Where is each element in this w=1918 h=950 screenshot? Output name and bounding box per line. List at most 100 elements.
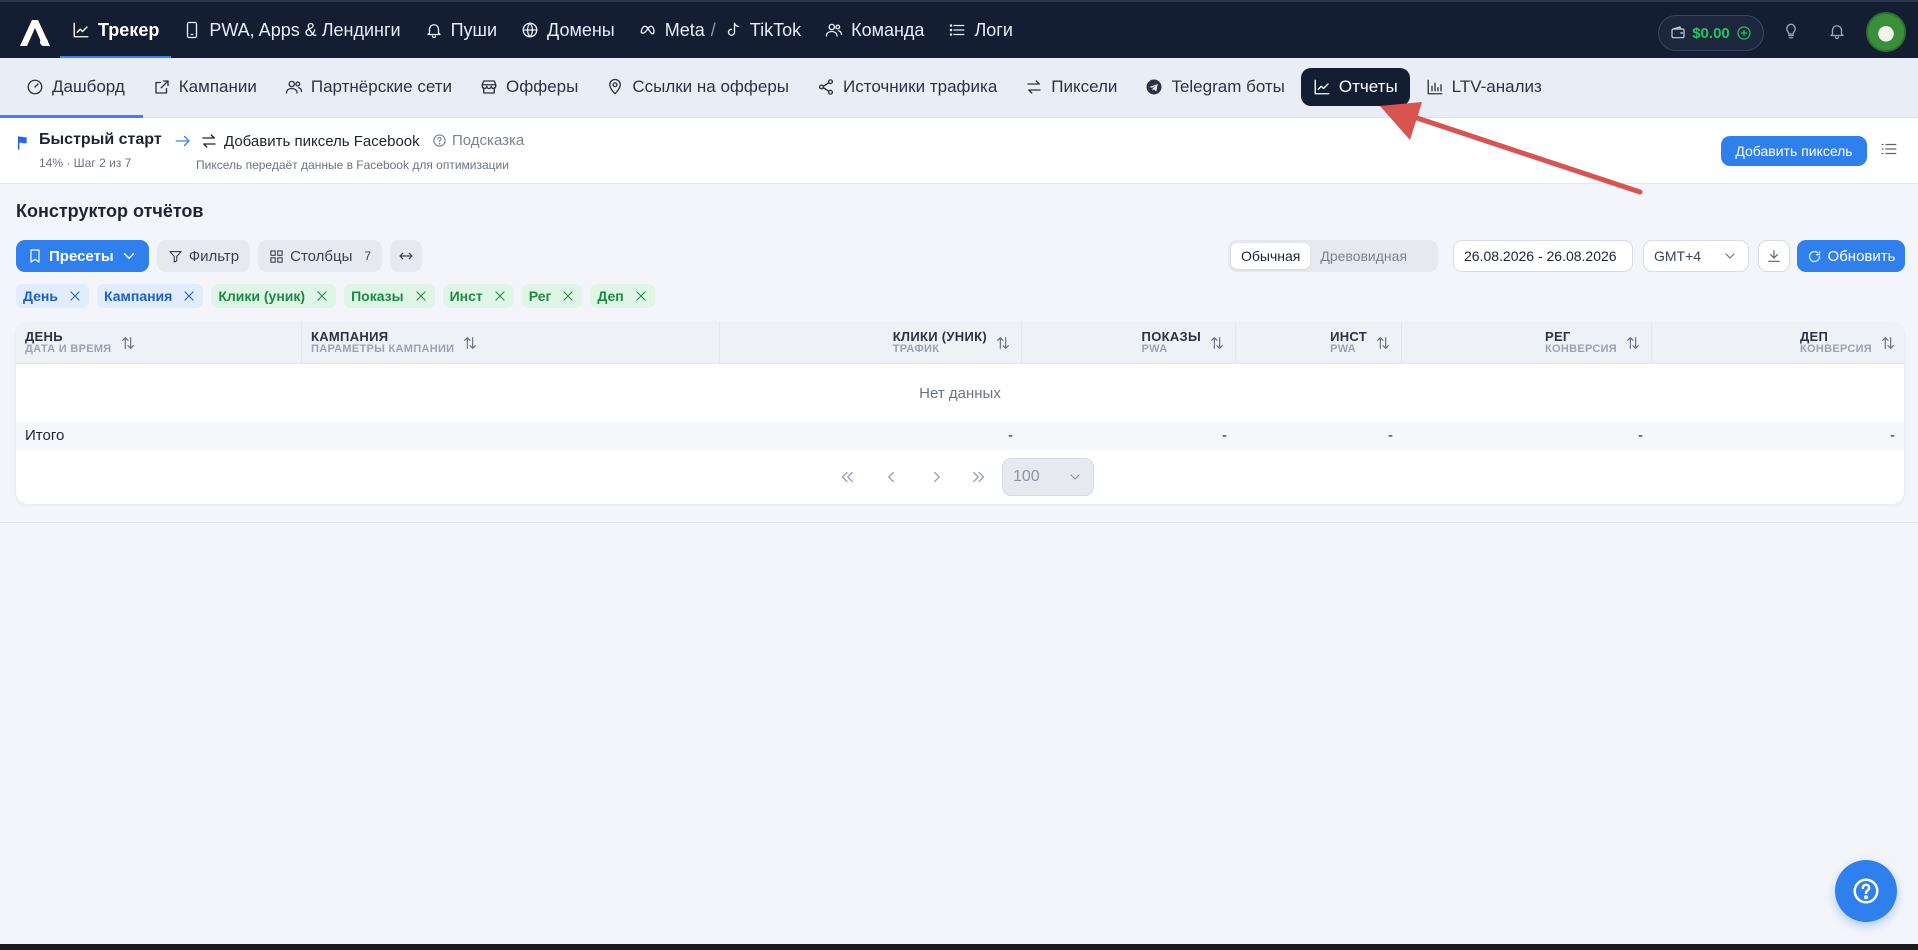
quickstart-title: Быстрый старт xyxy=(39,131,162,148)
tab-offers-label: Офферы xyxy=(506,77,579,96)
chevron-down-icon xyxy=(1070,474,1080,480)
sort-icon[interactable] xyxy=(1880,335,1896,351)
sort-icon[interactable] xyxy=(1625,335,1641,351)
column-header-campaign[interactable]: КАМПАНИЯ ПАРАМЕТРЫ КАМПАНИИ xyxy=(302,322,720,364)
column-title: ДЕП xyxy=(1799,329,1829,344)
plus-circle-icon[interactable] xyxy=(1736,25,1752,41)
topnav-team[interactable]: Команда xyxy=(813,2,936,58)
filter-button[interactable]: Фильтр xyxy=(156,240,251,272)
sort-icon[interactable] xyxy=(1209,335,1225,351)
tab-offer-links[interactable]: Ссылки на офферы xyxy=(594,68,801,106)
tiktok-icon xyxy=(727,22,739,36)
add-pixel-button[interactable]: Добавить пиксель xyxy=(1721,136,1867,166)
close-icon[interactable] xyxy=(414,289,428,303)
notifications-bell-icon[interactable] xyxy=(1828,22,1846,40)
columns-button[interactable]: Столбцы 7 xyxy=(258,240,383,272)
quickstart-step[interactable]: Добавить пиксель Facebook xyxy=(200,132,420,150)
next-page-icon[interactable] xyxy=(928,468,946,486)
column-header-impressions[interactable]: ПОКАЗЫ PWA xyxy=(1022,322,1236,364)
column-subtitle: PWA xyxy=(1141,343,1168,355)
tab-campaigns-label: Кампании xyxy=(178,77,257,96)
page-size-select[interactable]: 100 xyxy=(1002,458,1094,496)
first-page-icon[interactable] xyxy=(838,468,856,486)
column-header-clicks-unique[interactable]: КЛИКИ (УНИК) ТРАФИК xyxy=(720,322,1022,364)
help-button[interactable] xyxy=(1835,860,1897,922)
expand-width-button[interactable] xyxy=(390,240,423,272)
previous-page-icon[interactable] xyxy=(882,468,900,486)
tab-traffic-sources[interactable]: Источники трафика xyxy=(805,68,1009,106)
total-clicks-unique: - xyxy=(1008,427,1013,444)
close-icon[interactable] xyxy=(561,289,575,303)
chip-installs: Инст xyxy=(442,284,514,308)
topnav-tracker[interactable]: Трекер xyxy=(60,2,172,60)
taskbar-strip xyxy=(0,944,1918,950)
topnav-logs[interactable]: Логи xyxy=(936,2,1024,58)
column-header-day[interactable]: ДЕНЬ ДАТА И ВРЕМЯ xyxy=(16,322,302,364)
sort-icon[interactable] xyxy=(120,335,136,351)
bell-icon xyxy=(426,24,441,39)
sort-icon[interactable] xyxy=(995,335,1011,351)
column-title: КЛИКИ (УНИК) xyxy=(892,329,987,344)
lightbulb-icon[interactable] xyxy=(1782,22,1800,40)
filter-icon xyxy=(169,250,182,263)
tab-pixels[interactable]: Пиксели xyxy=(1013,68,1129,106)
chart-line-icon xyxy=(73,22,89,38)
column-header-registrations[interactable]: РЕГ КОНВЕРСИЯ xyxy=(1402,322,1652,364)
timezone-select[interactable]: GMT+4 xyxy=(1643,240,1749,272)
view-mode-tree[interactable]: Древовидная xyxy=(1310,243,1417,269)
view-mode-normal[interactable]: Обычная xyxy=(1231,243,1311,269)
date-range-input[interactable]: 26.08.2026 - 26.08.2026 xyxy=(1453,240,1633,272)
column-subtitle: ДАТА И ВРЕМЯ xyxy=(25,343,112,355)
last-page-icon[interactable] xyxy=(970,468,988,486)
wallet-balance[interactable]: $0.00 xyxy=(1658,15,1764,51)
presets-button[interactable]: Пресеты xyxy=(16,240,149,272)
chip-day: День xyxy=(16,284,89,308)
column-title: ДЕНЬ xyxy=(25,329,63,344)
quickstart-hint-label: Подсказка xyxy=(452,132,525,149)
refresh-icon xyxy=(1808,250,1820,262)
tab-dashboard[interactable]: Дашборд xyxy=(0,68,143,118)
tab-telegram-bots[interactable]: Telegram боты xyxy=(1133,68,1296,106)
store-icon xyxy=(481,80,497,94)
refresh-button[interactable]: Обновить xyxy=(1797,240,1905,272)
column-title: РЕГ xyxy=(1544,329,1571,344)
close-icon[interactable] xyxy=(634,289,648,303)
tab-telegram-bots-label: Telegram боты xyxy=(1171,77,1285,96)
close-icon[interactable] xyxy=(493,289,507,303)
user-avatar[interactable] xyxy=(1866,12,1906,52)
chip-impressions: Показы xyxy=(344,284,435,308)
download-button[interactable] xyxy=(1758,240,1790,272)
sort-icon[interactable] xyxy=(462,335,478,351)
topnav-tiktok[interactable]: TikTok xyxy=(718,2,813,58)
topnav-tracker-label: Трекер xyxy=(98,19,160,40)
quickstart-hint[interactable]: Подсказка xyxy=(432,132,524,149)
sort-icon[interactable] xyxy=(1375,335,1391,351)
checklist-icon[interactable] xyxy=(1880,140,1898,158)
empty-state: Нет данных xyxy=(919,384,1001,402)
wallet-amount: $0.00 xyxy=(1692,24,1730,42)
share-icon xyxy=(818,79,834,95)
topnav-meta[interactable]: Meta xyxy=(627,2,709,58)
smartphone-icon xyxy=(187,21,198,39)
gauge-icon xyxy=(27,79,43,95)
close-icon[interactable] xyxy=(182,289,196,303)
presets-button-label: Пресеты xyxy=(49,247,114,265)
map-pin-icon xyxy=(609,78,622,95)
totals-label: Итого xyxy=(25,427,65,444)
column-header-deposits[interactable]: ДЕП КОНВЕРСИЯ xyxy=(1652,322,1904,364)
close-icon[interactable] xyxy=(315,289,329,303)
topnav-domains[interactable]: Домены xyxy=(509,2,627,58)
tab-campaigns[interactable]: Кампании xyxy=(141,68,269,106)
tab-offers[interactable]: Офферы xyxy=(468,68,590,106)
page-size-value: 100 xyxy=(1013,468,1040,485)
close-icon[interactable] xyxy=(68,289,82,303)
topnav-push[interactable]: Пуши xyxy=(413,2,509,58)
app-logo[interactable] xyxy=(14,12,54,52)
tab-affiliate-networks-label: Партнёрские сети xyxy=(310,77,452,96)
topnav-pwa[interactable]: PWA, Apps & Лендинги xyxy=(171,2,412,58)
timezone-value: GMT+4 xyxy=(1654,248,1702,264)
column-header-installs[interactable]: ИНСТ PWA xyxy=(1236,322,1402,364)
refresh-button-label: Обновить xyxy=(1827,247,1896,265)
tab-affiliate-networks[interactable]: Партнёрские сети xyxy=(273,68,464,106)
chart-line-icon xyxy=(1314,79,1330,95)
